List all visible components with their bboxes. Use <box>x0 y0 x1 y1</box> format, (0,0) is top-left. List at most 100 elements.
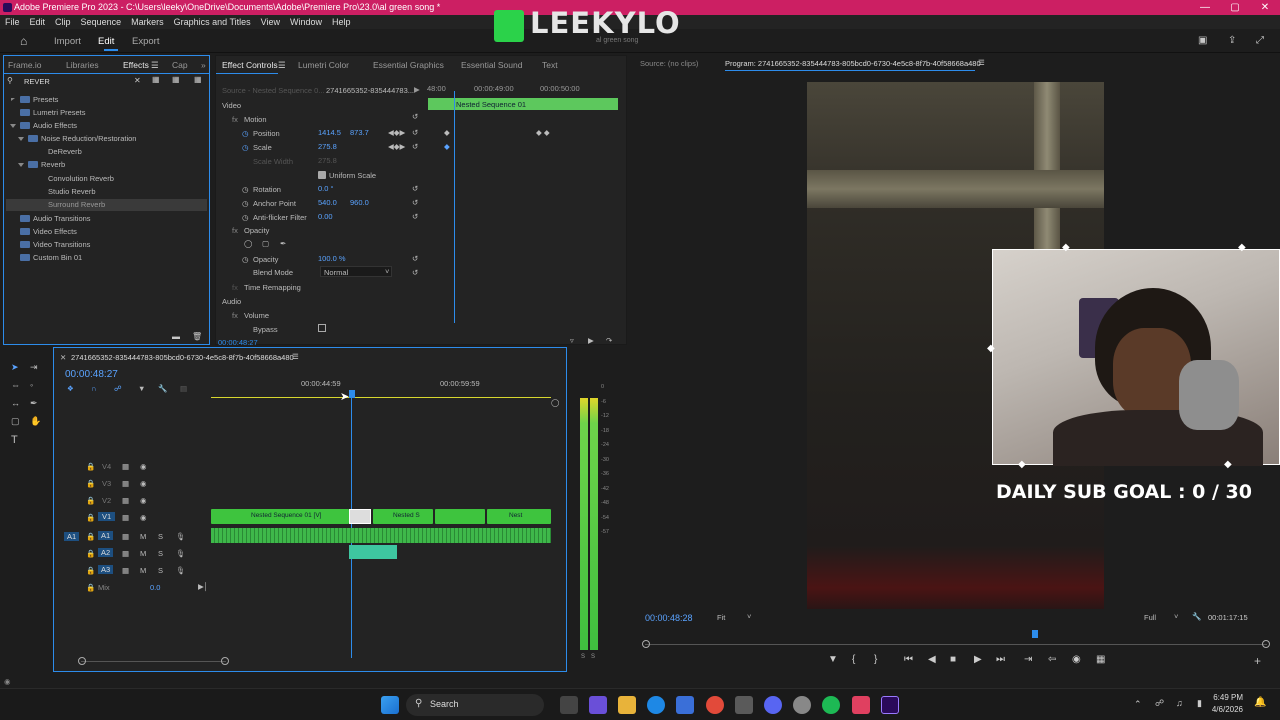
rotation-value[interactable]: 0.0 ° <box>318 184 334 193</box>
tab-essential-graphics[interactable]: Essential Graphics <box>373 56 444 74</box>
tree-surround-reverb[interactable]: Surround Reverb <box>48 200 105 209</box>
mark-out-icon[interactable]: } <box>874 654 877 665</box>
pen-mask-icon[interactable]: ✒ <box>280 239 286 248</box>
track-select-icon[interactable]: ⇥ <box>30 362 38 373</box>
program-menu-icon[interactable]: ☰ <box>978 58 985 67</box>
timeline-timecode[interactable]: 00:00:48:27 <box>65 369 118 380</box>
tray-chevron-icon[interactable]: ⌃ <box>1134 699 1142 710</box>
transform-handle[interactable]: ◆ <box>1238 242 1246 253</box>
pen-tool-icon[interactable]: ✒ <box>30 398 38 409</box>
solo-button[interactable]: S <box>158 549 163 558</box>
opacity-section[interactable]: Opacity <box>244 226 269 235</box>
go-to-end-icon[interactable]: ▶│ <box>198 582 208 591</box>
lock-icon[interactable]: 🔒 <box>86 532 95 541</box>
lock-icon[interactable]: 🔒 <box>86 513 95 522</box>
clip-nested-sequence-v[interactable]: Nested Sequence 01 [V] <box>211 509 349 524</box>
tree-presets[interactable]: Presets <box>33 95 58 104</box>
export-frame-icon[interactable]: ↷ <box>606 336 612 345</box>
notification-icon[interactable]: 🔔 <box>1254 697 1266 708</box>
tab-frameio[interactable]: Frame.io <box>8 56 42 74</box>
menu-help[interactable]: Help <box>327 15 356 29</box>
reset-icon[interactable]: ↺ <box>412 198 418 207</box>
expand-icon[interactable]: ⤢ <box>1256 35 1264 46</box>
playhead-head[interactable] <box>349 390 355 398</box>
tree-noise-reduction[interactable]: Noise Reduction/Restoration <box>41 134 136 143</box>
accelerated-icon[interactable]: ▦ <box>152 75 160 84</box>
mute-button[interactable]: M <box>140 549 146 558</box>
program-tab[interactable]: Program: 2741665352-835444783-805bcd0-67… <box>725 59 981 68</box>
clock-time[interactable]: 6:49 PM <box>1207 693 1243 702</box>
chrome-icon[interactable] <box>706 696 724 714</box>
settings-wrench-icon[interactable]: 🔧 <box>158 384 167 393</box>
file-explorer-icon[interactable] <box>618 696 636 714</box>
sync-lock-icon[interactable]: ▦ <box>122 532 129 541</box>
eye-icon[interactable]: ◉ <box>140 462 147 471</box>
lock-icon[interactable]: 🔒 <box>86 583 95 592</box>
clip-label[interactable]: 2741665352-835444783... <box>326 86 414 95</box>
tab-effects[interactable]: Effects <box>123 56 149 74</box>
play-icon[interactable]: ▶ <box>974 654 982 665</box>
stopwatch-icon[interactable]: ◷ <box>242 143 249 152</box>
audio-clip-a1[interactable] <box>211 528 551 543</box>
resolution-select[interactable]: Full ˅ <box>1144 612 1184 624</box>
add-marker-icon[interactable]: ▼ <box>138 384 145 393</box>
prev-keyframe-icon[interactable]: ◀◆▶ <box>388 142 405 151</box>
microphone-icon[interactable]: 🎙 <box>176 566 186 575</box>
source-patch-a1[interactable]: A1 <box>64 532 80 541</box>
obs-icon[interactable] <box>793 696 811 714</box>
transform-handle[interactable]: ◆ <box>1062 242 1070 253</box>
tree-video-effects[interactable]: Video Effects <box>33 227 77 236</box>
snap-icon[interactable]: ∩ <box>91 384 96 393</box>
playhead-line[interactable] <box>351 390 352 658</box>
opacity-value[interactable]: 100.0 % <box>318 254 346 263</box>
more-tabs-icon[interactable]: » <box>201 56 206 74</box>
tree-custom-bin[interactable]: Custom Bin 01 <box>33 253 82 262</box>
32bit-icon[interactable]: ▦ <box>172 75 180 84</box>
transform-handle[interactable]: ◆ <box>1224 459 1232 470</box>
scroll-handle-left[interactable] <box>78 657 86 665</box>
zoom-handle-left[interactable] <box>642 640 650 648</box>
hand-tool-icon[interactable]: ✋ <box>30 416 41 427</box>
solo-button[interactable]: S <box>158 532 163 541</box>
fit-select[interactable]: Fit ˅ <box>717 612 757 624</box>
sync-lock-icon[interactable]: ▦ <box>122 566 129 575</box>
tree-audio-transitions[interactable]: Audio Transitions <box>33 214 91 223</box>
stop-icon[interactable]: ■ <box>950 654 956 665</box>
effects-menu-icon[interactable]: ☰ <box>151 56 159 74</box>
reset-icon[interactable]: ↺ <box>412 112 418 121</box>
rectangle-tool-icon[interactable]: ▢ <box>11 416 20 427</box>
stopwatch-icon[interactable]: ◷ <box>242 255 249 264</box>
transform-handle[interactable]: ◆ <box>1018 459 1026 470</box>
app-icon[interactable] <box>735 696 753 714</box>
discord-icon[interactable] <box>764 696 782 714</box>
button-editor-icon[interactable]: + <box>1254 654 1261 668</box>
timeline-menu-icon[interactable]: ☰ <box>292 352 299 361</box>
reset-icon[interactable]: ↺ <box>412 268 418 277</box>
volume-icon[interactable]: ♫ <box>1176 698 1183 708</box>
go-to-out-icon[interactable]: ⏭ <box>996 654 1005 665</box>
premiere-icon[interactable] <box>881 696 899 714</box>
type-tool-icon[interactable]: T <box>11 434 18 446</box>
keyframe-icon[interactable]: ◆ ◆ <box>536 128 550 137</box>
stopwatch-icon[interactable]: ◷ <box>242 199 249 208</box>
mix-value[interactable]: 0.0 <box>150 583 160 592</box>
uniform-scale-checkbox[interactable] <box>318 171 326 179</box>
scrub-bar[interactable] <box>645 644 1267 645</box>
sequence-tab[interactable]: 2741665352-835444783-805bcd0-6730-4e5c8-… <box>71 353 294 362</box>
keyframe-icon[interactable]: ◆ <box>444 142 450 151</box>
task-view-icon[interactable] <box>560 696 578 714</box>
tree-convolution-reverb[interactable]: Convolution Reverb <box>48 174 114 183</box>
time-remap-label[interactable]: Time Remapping <box>244 283 301 292</box>
ec-menu-icon[interactable]: ☰ <box>278 56 286 74</box>
effects-search-input[interactable]: REVER <box>24 77 50 86</box>
tab-essential-sound[interactable]: Essential Sound <box>461 56 522 74</box>
source-tab[interactable]: Source: (no clips) <box>640 59 698 68</box>
share-icon[interactable]: ⇪ <box>1228 35 1236 46</box>
ellipse-mask-icon[interactable]: ◯ <box>244 239 252 248</box>
comparison-view-icon[interactable]: ▦ <box>1096 654 1105 665</box>
tree-lumetri-presets[interactable]: Lumetri Presets <box>33 108 86 117</box>
clip-nested-3[interactable] <box>435 509 485 524</box>
antiflicker-value[interactable]: 0.00 <box>318 212 333 221</box>
import-tab[interactable]: Import <box>54 36 81 47</box>
home-icon[interactable]: ⌂ <box>20 34 27 48</box>
